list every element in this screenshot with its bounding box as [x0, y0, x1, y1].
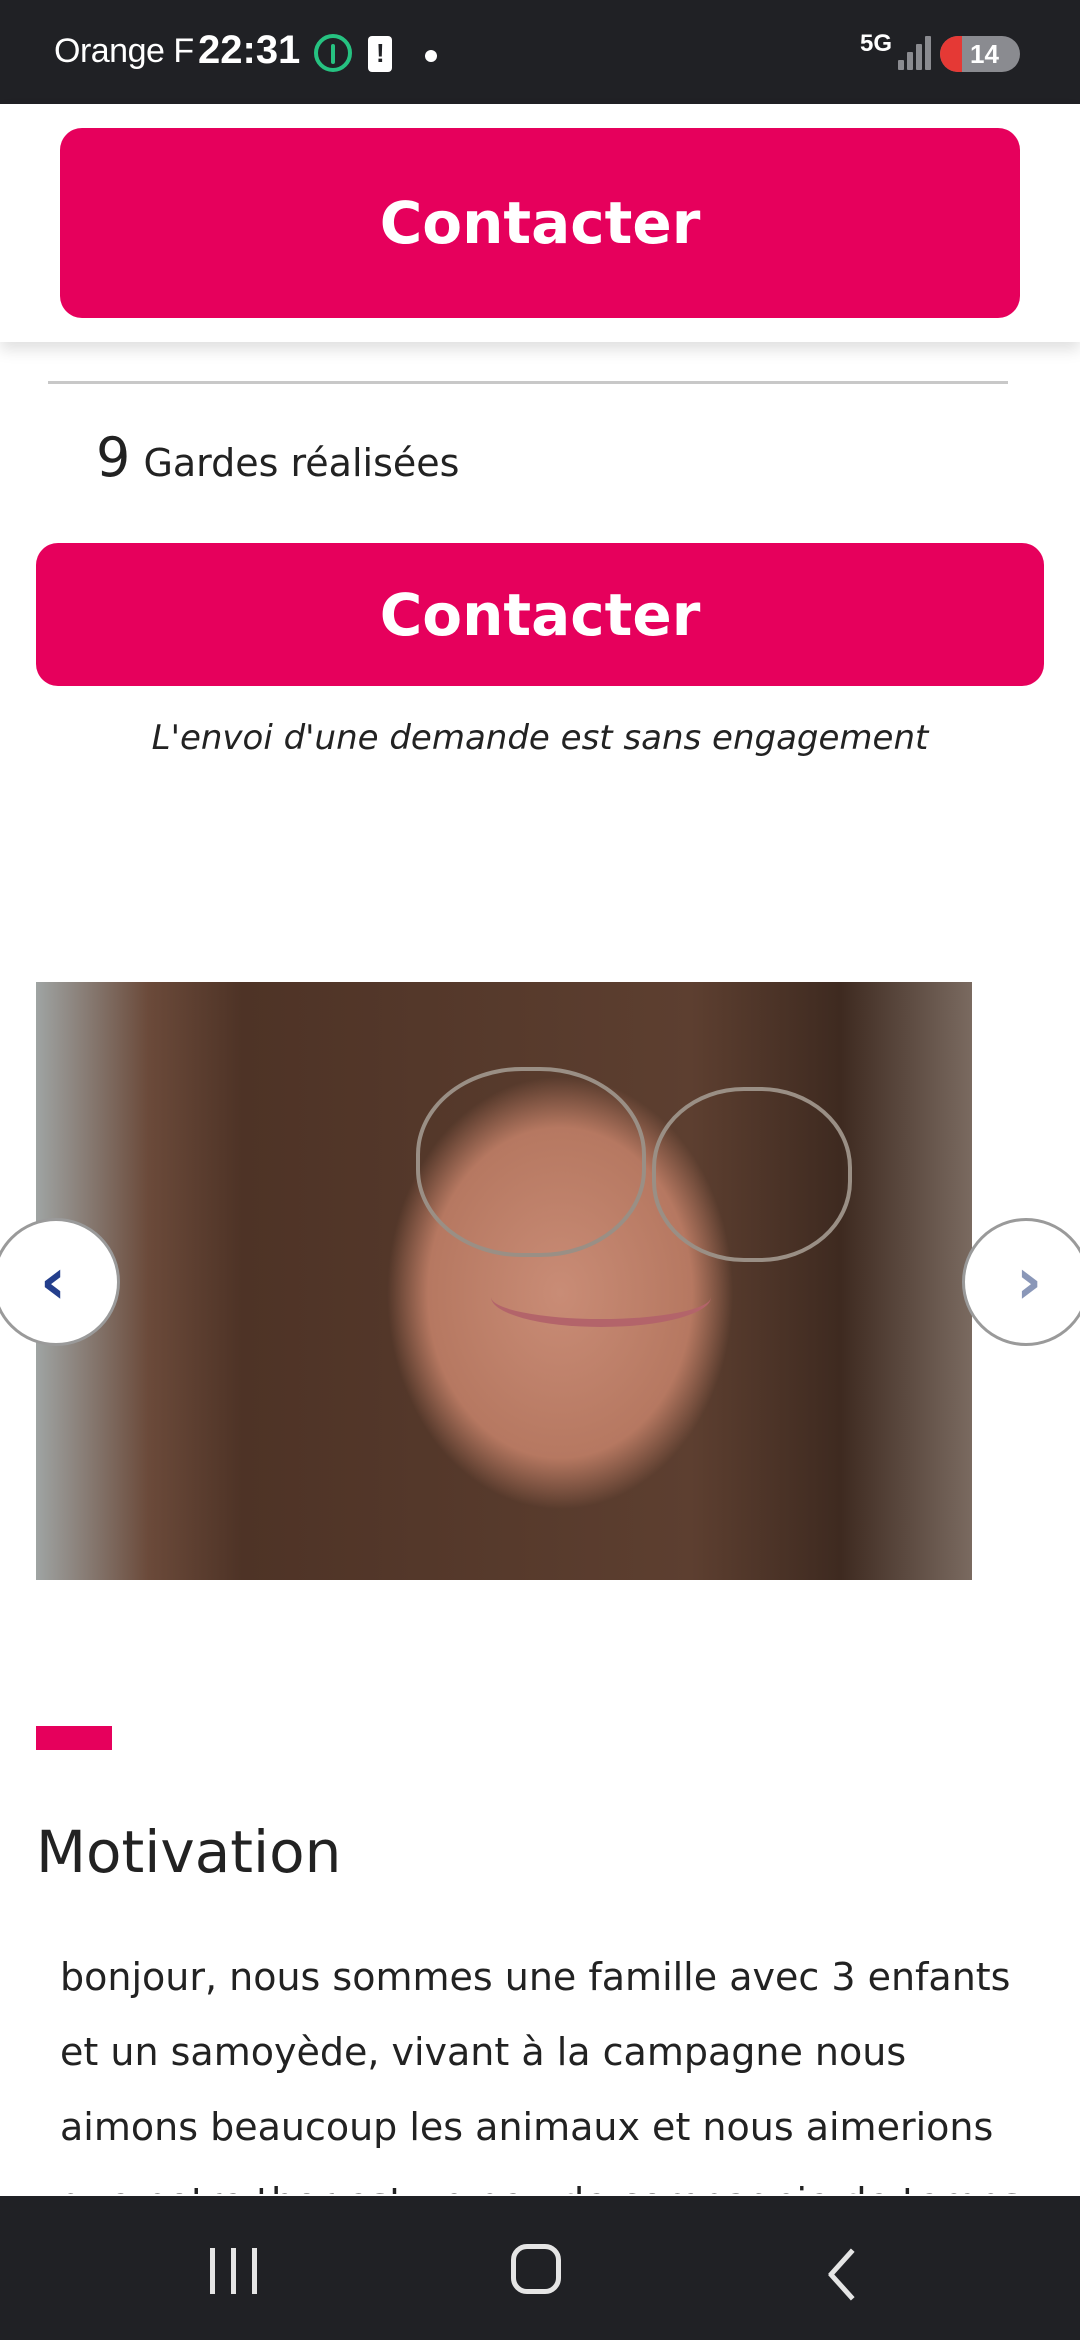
divider [48, 381, 1008, 384]
battery-level: 14 [970, 39, 999, 69]
photo-detail [652, 1087, 852, 1262]
section-accent-bar [36, 1726, 112, 1750]
leaf-icon [314, 34, 352, 72]
navigation-bar [0, 2196, 1080, 2340]
photo-detail [491, 1267, 711, 1327]
carousel-next-button[interactable]: › [962, 1218, 1080, 1346]
gardes-summary: 9 Gardes réalisées [96, 426, 459, 489]
back-icon[interactable] [826, 2248, 862, 2296]
sticky-contact-header: Contacter [0, 104, 1080, 342]
status-bar: Orange F 22:31 5G 14 [0, 0, 1080, 104]
chevron-right-icon: › [1015, 1245, 1043, 1319]
profile-photo[interactable] [36, 982, 972, 1580]
gardes-label: Gardes réalisées [143, 441, 460, 485]
gardes-count: 9 [96, 426, 131, 489]
status-time: 22:31 [198, 28, 301, 72]
battery-icon: 14 [940, 36, 1020, 72]
chevron-left-icon: ‹ [39, 1245, 67, 1319]
battery-alert-icon [368, 36, 392, 72]
photo-detail [416, 1067, 646, 1257]
sticky-contact-button[interactable]: Contacter [60, 128, 1020, 318]
no-engagement-note: L'envoi d'une demande est sans engagemen… [151, 718, 929, 758]
signal-icon [898, 36, 932, 70]
dot-icon [425, 50, 437, 62]
motivation-title: Motivation [36, 1818, 342, 1886]
network-type: 5G [860, 30, 893, 57]
motivation-text: bonjour, nous sommes une famille avec 3 … [60, 1955, 1021, 2194]
home-icon[interactable] [511, 2244, 561, 2294]
carrier-name: Orange F [54, 32, 194, 70]
recents-icon[interactable] [210, 2248, 258, 2294]
contact-button[interactable]: Contacter [36, 543, 1044, 686]
